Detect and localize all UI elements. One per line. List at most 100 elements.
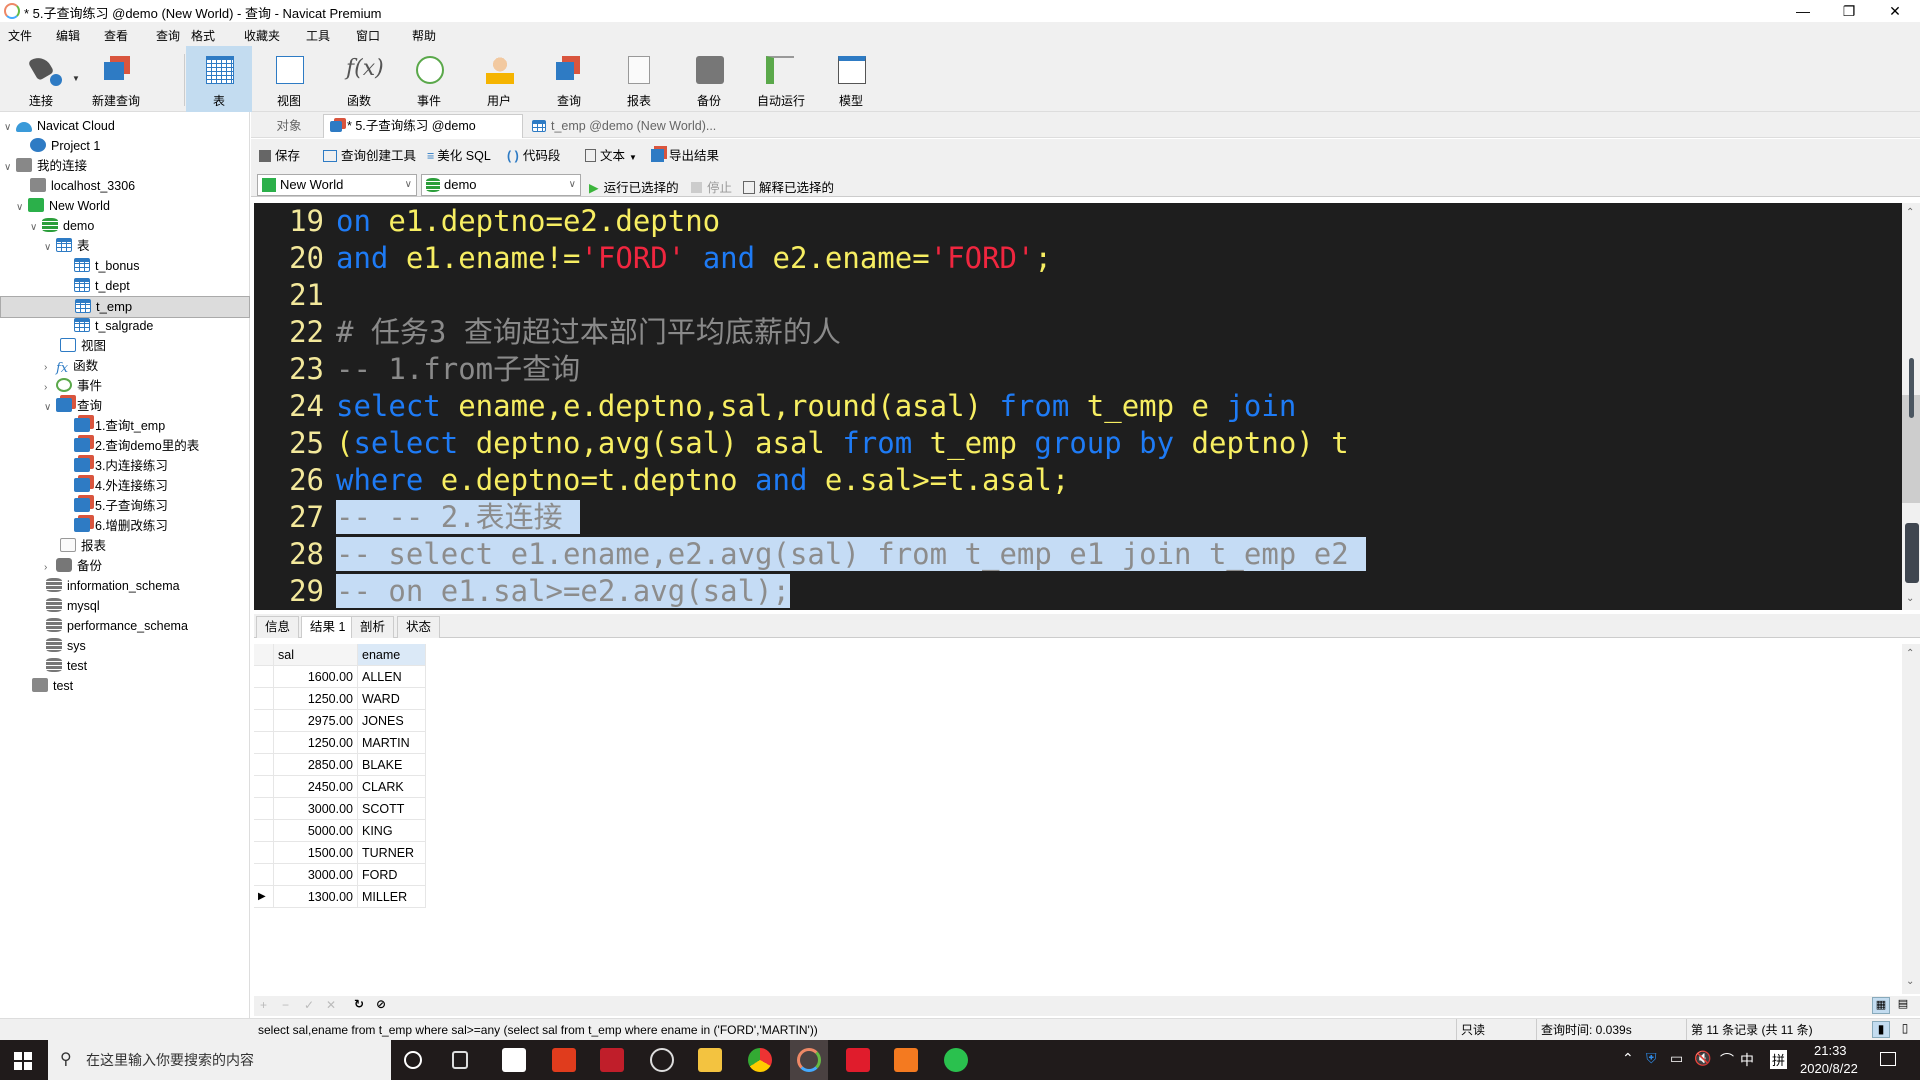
cell-ename[interactable]: SCOTT bbox=[358, 798, 426, 820]
new-query-button[interactable]: 新建查询 bbox=[84, 46, 148, 112]
connect-button[interactable]: 连接 bbox=[8, 46, 74, 112]
editor-scrollbar[interactable]: ⌃ ⌄ bbox=[1902, 203, 1920, 610]
row-selector[interactable] bbox=[254, 710, 274, 732]
tree-query-item[interactable]: 3.内连接练习 bbox=[74, 456, 168, 476]
menu-tools[interactable]: 工具 bbox=[306, 27, 330, 44]
backup-button[interactable]: 备份 bbox=[676, 46, 742, 112]
tab-objects[interactable]: 对象 bbox=[261, 114, 317, 138]
netease-music-icon[interactable] bbox=[846, 1048, 870, 1072]
row-selector[interactable] bbox=[254, 842, 274, 864]
add-record-icon[interactable]: + bbox=[260, 998, 267, 1012]
view-button[interactable]: 视图 bbox=[256, 46, 322, 112]
save-button[interactable]: 保存 bbox=[259, 145, 300, 164]
tree-test-db[interactable]: test bbox=[46, 656, 87, 676]
column-header-ename[interactable]: ename bbox=[358, 644, 426, 666]
form-view-icon[interactable]: ▤ bbox=[1894, 997, 1912, 1014]
cell-sal[interactable]: 1600.00 bbox=[274, 666, 358, 688]
discard-changes-icon[interactable]: ✕ bbox=[326, 998, 336, 1012]
sql-editor[interactable]: 19 on e1.deptno=e2.deptno 20 and e1.ename!=… bbox=[254, 203, 1902, 610]
office-icon[interactable] bbox=[552, 1048, 576, 1072]
navicat-taskbar-active[interactable] bbox=[790, 1040, 828, 1080]
cell-ename[interactable]: BLAKE bbox=[358, 754, 426, 776]
autorun-button[interactable]: 自动运行 bbox=[746, 46, 816, 112]
cell-sal[interactable]: 2850.00 bbox=[274, 754, 358, 776]
menu-help[interactable]: 帮助 bbox=[412, 27, 436, 44]
event-button[interactable]: 事件 bbox=[396, 46, 462, 112]
cell-sal[interactable]: 1500.00 bbox=[274, 842, 358, 864]
menu-format[interactable]: 格式 bbox=[191, 27, 215, 44]
row-selector[interactable] bbox=[254, 798, 274, 820]
tree-test-connection[interactable]: test bbox=[32, 676, 73, 696]
editor-line[interactable]: 20 and e1.ename!='FORD' and e2.ename='FOR… bbox=[254, 240, 1052, 277]
tree-t-bonus[interactable]: t_bonus bbox=[74, 256, 139, 276]
tree-mysql[interactable]: mysql bbox=[46, 596, 100, 616]
scroll-up-icon[interactable]: ⌃ bbox=[1906, 648, 1914, 659]
run-selected-button[interactable]: ▶ 运行已选择的 bbox=[589, 177, 679, 196]
menu-window[interactable]: 窗口 bbox=[356, 27, 380, 44]
close-button[interactable]: ✕ bbox=[1872, 0, 1918, 22]
tree-query-item[interactable]: 2.查询demo里的表 bbox=[74, 436, 199, 456]
tree-navicat-cloud[interactable]: ∨ Navicat Cloud bbox=[4, 116, 115, 136]
editor-line[interactable]: 28 -- select e1.ename,e2.avg(sal) from t_… bbox=[254, 536, 1367, 573]
refresh-icon[interactable]: ↻ bbox=[354, 997, 364, 1011]
cell-sal[interactable]: 3000.00 bbox=[274, 798, 358, 820]
row-selector[interactable] bbox=[254, 864, 274, 886]
cell-ename[interactable]: KING bbox=[358, 820, 426, 842]
cell-ename[interactable]: ALLEN bbox=[358, 666, 426, 688]
explain-selected-button[interactable]: 解释已选择的 bbox=[743, 177, 834, 196]
editor-line[interactable]: 24 select ename,e.deptno,sal,round(asal) … bbox=[254, 388, 1296, 425]
chevron-down-icon[interactable]: ∨ bbox=[16, 198, 28, 218]
tree-query-item[interactable]: 5.子查询练习 bbox=[74, 496, 168, 516]
tab-t-emp[interactable]: t_emp @demo (New World)... bbox=[525, 114, 725, 138]
tree-demo[interactable]: ∨ demo bbox=[30, 216, 94, 236]
cell-ename[interactable]: WARD bbox=[358, 688, 426, 710]
windows-start-icon[interactable] bbox=[14, 1052, 32, 1070]
minimize-button[interactable]: — bbox=[1780, 0, 1826, 22]
tree-query-item[interactable]: 1.查询t_emp bbox=[74, 416, 165, 436]
notification-center-icon[interactable] bbox=[1880, 1052, 1896, 1066]
chevron-down-icon[interactable]: ▼ bbox=[629, 153, 637, 162]
tree-functions[interactable]: › fx 函数 bbox=[44, 356, 98, 376]
cell-sal[interactable]: 1250.00 bbox=[274, 688, 358, 710]
tree-queries[interactable]: ∨ 查询 bbox=[44, 396, 102, 416]
menu-query[interactable]: 查询 bbox=[156, 27, 180, 44]
task-view-icon[interactable] bbox=[452, 1051, 468, 1069]
column-header-sal[interactable]: sal bbox=[274, 644, 358, 666]
cell-ename[interactable]: MARTIN bbox=[358, 732, 426, 754]
connect-dropdown-icon[interactable]: ▼ bbox=[72, 74, 80, 83]
cell-sal[interactable]: 2450.00 bbox=[274, 776, 358, 798]
chevron-down-icon[interactable]: ∨ bbox=[4, 158, 16, 178]
row-selector[interactable] bbox=[254, 666, 274, 688]
tree-events[interactable]: › 事件 bbox=[44, 376, 102, 396]
row-selector[interactable] bbox=[254, 754, 274, 776]
tree-t-dept[interactable]: t_dept bbox=[74, 276, 130, 296]
user-button[interactable]: 用户 bbox=[466, 46, 532, 112]
row-selector[interactable] bbox=[254, 732, 274, 754]
table-button[interactable]: 表 bbox=[186, 46, 252, 112]
editor-line[interactable]: 19 on e1.deptno=e2.deptno bbox=[254, 203, 720, 240]
tab-result-1[interactable]: 结果 1 bbox=[301, 616, 355, 638]
tab-status[interactable]: 状态 bbox=[397, 616, 441, 638]
security-shield-icon[interactable]: ⛨ bbox=[1646, 1050, 1657, 1067]
editor-line[interactable]: 26 where e.deptno=t.deptno and e.sal>=t.a… bbox=[254, 462, 1069, 499]
menu-edit[interactable]: 编辑 bbox=[56, 27, 80, 44]
row-selector[interactable] bbox=[254, 820, 274, 842]
battery-icon[interactable]: ▭ bbox=[1670, 1050, 1683, 1067]
tree-localhost-3306[interactable]: localhost_3306 bbox=[30, 176, 135, 196]
cortana-icon[interactable] bbox=[404, 1051, 422, 1069]
cell-ename[interactable]: CLARK bbox=[358, 776, 426, 798]
show-hidden-icons-icon[interactable]: ⌃ bbox=[1622, 1050, 1634, 1067]
cell-ename[interactable]: TURNER bbox=[358, 842, 426, 864]
tree-information-schema[interactable]: information_schema bbox=[46, 576, 180, 596]
editor-line[interactable]: 27 -- -- 2.表连接 bbox=[254, 499, 581, 536]
tree-backups[interactable]: › 备份 bbox=[44, 556, 102, 576]
delete-record-icon[interactable]: − bbox=[282, 998, 289, 1012]
cell-sal[interactable]: 3000.00 bbox=[274, 864, 358, 886]
scroll-down-icon[interactable]: ⌄ bbox=[1906, 593, 1914, 604]
grid-view-icon[interactable]: ▦ bbox=[1872, 997, 1890, 1014]
editor-line[interactable]: 25 (select deptno,avg(sal) asal from t_em… bbox=[254, 425, 1349, 462]
taskbar-search-input[interactable]: ⚲ 在这里输入你要搜索的内容 bbox=[48, 1040, 391, 1080]
chevron-right-icon[interactable]: › bbox=[44, 378, 56, 398]
clock-date[interactable]: 2020/8/22 bbox=[1800, 1061, 1858, 1076]
ime-pinyin[interactable]: 拼 bbox=[1770, 1050, 1788, 1069]
